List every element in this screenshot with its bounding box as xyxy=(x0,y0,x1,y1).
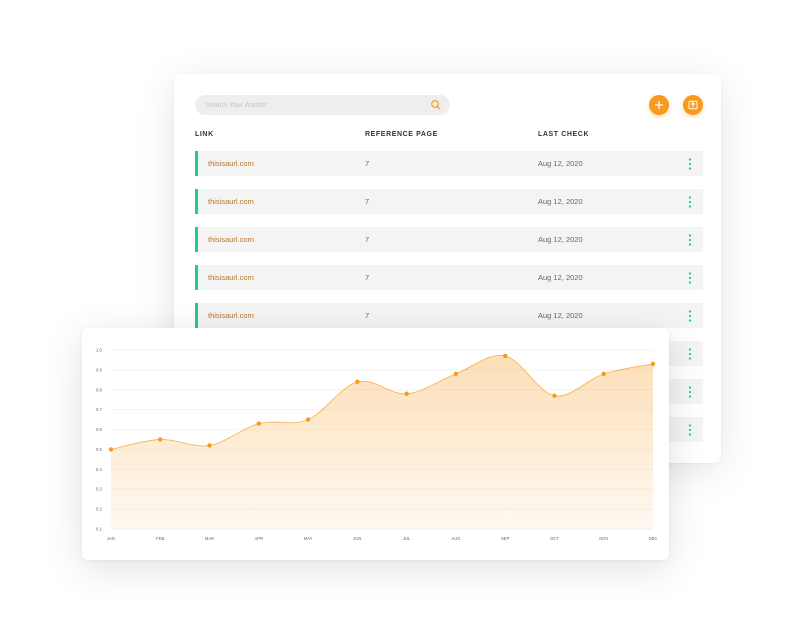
y-tick-label: 0.4 xyxy=(96,467,102,472)
search-bar[interactable] xyxy=(195,95,450,115)
more-vertical-icon[interactable] xyxy=(685,309,695,323)
x-tick-label: APR xyxy=(255,536,264,541)
data-point xyxy=(502,353,508,359)
row-link[interactable]: thisisaurl.com xyxy=(208,311,254,320)
data-point xyxy=(256,421,262,426)
row-link[interactable]: thisisaurl.com xyxy=(208,197,254,206)
more-vertical-icon[interactable] xyxy=(685,423,695,437)
row-last-check: Aug 12, 2020 xyxy=(538,273,583,282)
y-tick-label: 0.1 xyxy=(96,527,102,532)
row-status-bar xyxy=(195,227,198,252)
data-point xyxy=(158,437,163,442)
add-button[interactable] xyxy=(649,95,669,115)
row-link[interactable]: thisisaurl.com xyxy=(208,273,254,282)
row-reference-page: 7 xyxy=(365,273,370,282)
row-reference-page: 7 xyxy=(365,159,370,168)
x-tick-label: JUN xyxy=(353,536,361,541)
y-tick-label: 1.0 xyxy=(96,348,102,353)
row-link[interactable]: thisisaurl.com xyxy=(208,235,254,244)
area-fill xyxy=(111,355,653,529)
x-tick-label: DEC xyxy=(649,536,658,541)
data-point xyxy=(305,417,311,422)
data-point xyxy=(207,443,212,448)
row-last-check: Aug 12, 2020 xyxy=(538,235,583,244)
table-row[interactable]: thisisaurl.com 7 Aug 12, 2020 xyxy=(195,189,703,214)
area-chart: 1.0 0.9 0.8 0.7 0.6 0.5 0.4 0.3 0.2 0.1 JAN FEB MAR A… xyxy=(96,348,658,542)
row-status-bar xyxy=(195,303,198,328)
x-tick-label: FEB xyxy=(156,536,164,541)
row-last-check: Aug 12, 2020 xyxy=(538,159,583,168)
table-row[interactable]: thisisaurl.com 7 Aug 12, 2020 xyxy=(195,265,703,290)
row-status-bar xyxy=(195,189,198,214)
row-status-bar xyxy=(195,265,198,290)
x-tick-label: OCT xyxy=(550,536,559,541)
upload-button[interactable] xyxy=(683,95,703,115)
row-status-bar xyxy=(195,151,198,176)
y-tick-label: 0.6 xyxy=(96,427,102,432)
x-tick-label: MAR xyxy=(205,536,214,541)
search-input[interactable] xyxy=(205,95,420,115)
x-tick-label: JUL xyxy=(403,536,411,541)
y-tick-label: 0.8 xyxy=(96,387,102,392)
table-row[interactable]: thisisaurl.com 7 Aug 12, 2020 xyxy=(195,151,703,176)
row-last-check: Aug 12, 2020 xyxy=(538,311,583,320)
column-header-link: LINK xyxy=(195,131,214,138)
row-reference-page: 7 xyxy=(365,235,370,244)
more-vertical-icon[interactable] xyxy=(685,157,695,171)
more-vertical-icon[interactable] xyxy=(685,195,695,209)
x-tick-label: NOV xyxy=(599,536,608,541)
y-tick-label: 0.7 xyxy=(96,407,102,412)
data-point xyxy=(404,391,409,396)
y-tick-label: 0.9 xyxy=(96,367,102,372)
y-tick-label: 0.2 xyxy=(96,507,102,512)
column-header-last-check: LAST CHECK xyxy=(538,131,590,138)
data-point xyxy=(601,371,606,377)
more-vertical-icon[interactable] xyxy=(685,233,695,247)
more-vertical-icon[interactable] xyxy=(685,385,695,399)
y-tick-label: 0.5 xyxy=(96,447,102,452)
chart-card: 1.0 0.9 0.8 0.7 0.6 0.5 0.4 0.3 0.2 0.1 JAN FEB MAR A… xyxy=(82,328,669,560)
column-header-reference-page: REFERENCE PAGE xyxy=(365,131,438,138)
row-link[interactable]: thisisaurl.com xyxy=(208,159,254,168)
x-tick-label: JAN xyxy=(107,536,115,541)
x-tick-label: SEP xyxy=(501,536,510,541)
data-point xyxy=(355,379,360,385)
search-icon[interactable] xyxy=(430,99,442,111)
y-tick-label: 0.3 xyxy=(96,487,102,492)
plus-icon xyxy=(654,100,664,110)
table-row[interactable]: thisisaurl.com 7 Aug 12, 2020 xyxy=(195,303,703,328)
x-tick-label: AUG xyxy=(451,536,460,541)
data-point xyxy=(453,371,459,377)
more-vertical-icon[interactable] xyxy=(685,347,695,361)
x-tick-label: MAY xyxy=(304,536,313,541)
row-last-check: Aug 12, 2020 xyxy=(538,197,583,206)
upload-icon xyxy=(688,100,698,110)
data-point xyxy=(650,361,656,367)
data-point xyxy=(552,393,557,398)
row-reference-page: 7 xyxy=(365,197,370,206)
data-point xyxy=(108,447,114,452)
row-reference-page: 7 xyxy=(365,311,370,320)
more-vertical-icon[interactable] xyxy=(685,271,695,285)
table-row[interactable]: thisisaurl.com 7 Aug 12, 2020 xyxy=(195,227,703,252)
